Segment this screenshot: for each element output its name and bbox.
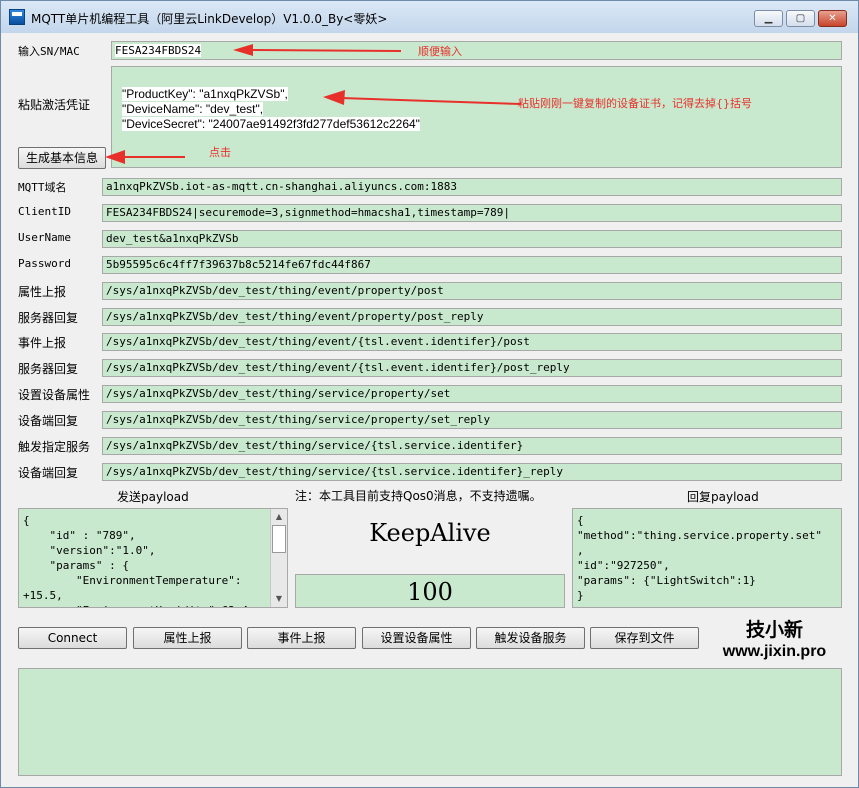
report-property-button[interactable]: 属性上报: [133, 627, 242, 649]
field-input[interactable]: /sys/a1nxqPkZVSb/dev_test/thing/service/…: [102, 411, 842, 429]
send-payload-scrollbar[interactable]: ▲ ▼: [270, 509, 287, 607]
arrow-icon: [323, 90, 522, 105]
field-label: 服务器回复: [18, 362, 79, 376]
field-input[interactable]: a1nxqPkZVSb.iot-as-mqtt.cn-shanghai.aliy…: [102, 178, 842, 196]
field-label: 事件上报: [18, 336, 67, 350]
field-input[interactable]: /sys/a1nxqPkZVSb/dev_test/thing/service/…: [102, 437, 842, 455]
field-label: MQTT域名: [18, 181, 67, 194]
sn-input[interactable]: FESA234FBDS24: [111, 41, 842, 60]
field-label: Password: [18, 257, 71, 270]
arrow-icon: [233, 44, 402, 56]
brand-name: 技小新: [745, 619, 803, 641]
maximize-button[interactable]: ▢: [786, 10, 815, 27]
scroll-up-icon[interactable]: ▲: [271, 509, 287, 525]
reply-payload-label: 回复payload: [687, 490, 759, 504]
app-window: MQTT单片机编程工具（阿里云LinkDevelop）V1.0.0_By<零妖>…: [0, 0, 859, 788]
title-bar: MQTT单片机编程工具（阿里云LinkDevelop）V1.0.0_By<零妖>…: [1, 1, 858, 33]
field-input[interactable]: /sys/a1nxqPkZVSb/dev_test/thing/event/{t…: [102, 333, 842, 351]
field-label: 属性上报: [18, 285, 67, 299]
window-title: MQTT单片机编程工具（阿里云LinkDevelop）V1.0.0_By<零妖>: [31, 12, 388, 26]
log-textarea[interactable]: [18, 668, 842, 776]
save-file-button[interactable]: 保存到文件: [590, 627, 699, 649]
report-event-button[interactable]: 事件上报: [247, 627, 356, 649]
field-input[interactable]: FESA234FBDS24|securemode=3,signmethod=hm…: [102, 204, 842, 222]
generate-info-button[interactable]: 生成基本信息: [18, 147, 106, 169]
scroll-down-icon[interactable]: ▼: [271, 591, 287, 607]
keepalive-label: KeepAlive: [369, 519, 491, 547]
cert-line: "DeviceName": "dev_test",: [122, 102, 264, 116]
field-label: ClientID: [18, 205, 71, 218]
send-payload-label: 发送payload: [117, 490, 189, 504]
sn-value: FESA234FBDS24: [115, 44, 202, 57]
field-input[interactable]: /sys/a1nxqPkZVSb/dev_test/thing/event/pr…: [102, 308, 842, 326]
sn-hint: 顺便输入: [418, 45, 462, 58]
arrow-icon: [105, 150, 185, 164]
field-input[interactable]: dev_test&a1nxqPkZVSb: [102, 230, 842, 248]
field-label: UserName: [18, 231, 71, 244]
brand-url: www.jixin.pro: [722, 643, 827, 660]
trigger-service-button[interactable]: 触发设备服务: [476, 627, 585, 649]
send-payload-textarea[interactable]: { "id" : "789", "version":"1.0", "params…: [18, 508, 288, 608]
generate-hint: 点击: [209, 146, 231, 159]
close-button[interactable]: ✕: [818, 10, 847, 27]
field-input[interactable]: 5b95595c6c4ff7f39637b8c5214fe67fdc44f867: [102, 256, 842, 274]
app-icon: [9, 9, 25, 25]
cert-line: "ProductKey": "a1nxqPkZVSb",: [122, 87, 288, 101]
cert-line: "DeviceSecret": "24007ae91492f3fd277def5…: [122, 117, 420, 131]
field-label: 触发指定服务: [18, 440, 91, 454]
cert-hint: 粘贴刚刚一键复制的设备证书，记得去掉{}括号: [518, 97, 752, 110]
cert-label: 粘贴激活凭证: [18, 98, 91, 112]
minimize-button[interactable]: ▁: [754, 10, 783, 27]
field-label: 设备端回复: [18, 466, 79, 480]
field-label: 设置设备属性: [18, 388, 91, 402]
field-label: 服务器回复: [18, 311, 79, 325]
payload-note: 注：本工具目前支持Qos0消息，不支持遗嘱。: [295, 489, 542, 503]
field-label: 设备端回复: [18, 414, 79, 428]
set-property-button[interactable]: 设置设备属性: [362, 627, 471, 649]
sn-label: 输入SN/MAC: [18, 45, 80, 58]
field-input[interactable]: /sys/a1nxqPkZVSb/dev_test/thing/event/{t…: [102, 359, 842, 377]
connect-button[interactable]: Connect: [18, 627, 127, 649]
field-input[interactable]: /sys/a1nxqPkZVSb/dev_test/thing/service/…: [102, 463, 842, 481]
scroll-thumb[interactable]: [272, 525, 286, 553]
reply-payload-textarea[interactable]: { "method":"thing.service.property.set" …: [572, 508, 842, 608]
keepalive-input[interactable]: 100: [295, 574, 565, 608]
field-input[interactable]: /sys/a1nxqPkZVSb/dev_test/thing/service/…: [102, 385, 842, 403]
field-input[interactable]: /sys/a1nxqPkZVSb/dev_test/thing/event/pr…: [102, 282, 842, 300]
